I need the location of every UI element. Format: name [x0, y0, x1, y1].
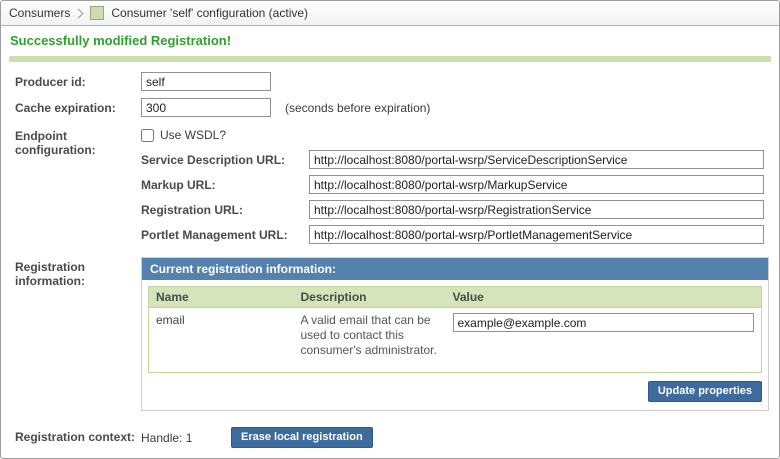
- cache-expiration-label: Cache expiration:: [15, 98, 141, 119]
- registration-context-label: Registration context:: [15, 427, 141, 448]
- use-wsdl-label: Use WSDL?: [160, 128, 226, 142]
- service-description-url-input[interactable]: [309, 150, 764, 169]
- cache-expiration-note: (seconds before expiration): [285, 98, 430, 119]
- column-header-description: Description: [294, 287, 446, 308]
- portlet-management-url-row: Portlet Management URL:: [141, 225, 766, 244]
- table-row: email A valid email that can be used to …: [149, 308, 762, 373]
- column-header-value: Value: [446, 287, 762, 308]
- service-description-url-label: Service Description URL:: [141, 150, 309, 169]
- markup-url-label: Markup URL:: [141, 175, 309, 194]
- consumer-configuration-page: Consumers Consumer 'self' configuration …: [0, 0, 780, 459]
- registration-url-row: Registration URL:: [141, 200, 766, 219]
- update-properties-button[interactable]: Update properties: [648, 381, 762, 402]
- registration-properties-table: Name Description Value email A valid ema…: [148, 286, 762, 373]
- registration-information-label: Registration information:: [15, 257, 141, 411]
- producer-id-input[interactable]: [141, 72, 271, 91]
- breadcrumb-consumers-link[interactable]: Consumers: [9, 6, 70, 20]
- portlet-management-url-input[interactable]: [309, 225, 764, 244]
- portlet-management-url-label: Portlet Management URL:: [141, 225, 309, 244]
- markup-url-input[interactable]: [309, 175, 764, 194]
- consumer-status-icon: [90, 6, 104, 20]
- page-title: Consumer 'self' configuration (active): [111, 6, 308, 20]
- erase-local-registration-button[interactable]: Erase local registration: [231, 427, 373, 448]
- producer-id-row: Producer id:: [15, 72, 766, 91]
- cache-expiration-row: Cache expiration: (seconds before expira…: [15, 98, 766, 119]
- registration-info-panel-title: Current registration information:: [142, 258, 768, 280]
- property-name: email: [149, 308, 294, 373]
- registration-context-row: Registration context: Handle: 1 Erase lo…: [15, 427, 766, 448]
- property-description: A valid email that can be used to contac…: [294, 308, 446, 373]
- endpoint-configuration-label: Endpoint configuration:: [15, 126, 141, 250]
- footer-actions: Refresh & Save Cancel: [1, 448, 779, 459]
- consumer-form: Producer id: Cache expiration: (seconds …: [1, 62, 779, 448]
- use-wsdl-checkbox[interactable]: [141, 129, 154, 142]
- registration-url-label: Registration URL:: [141, 200, 309, 219]
- column-header-name: Name: [149, 287, 294, 308]
- registration-url-input[interactable]: [309, 200, 764, 219]
- chevron-right-icon: [74, 8, 84, 18]
- success-message: Successfully modified Registration!: [1, 26, 779, 51]
- markup-url-row: Markup URL:: [141, 175, 766, 194]
- registration-info-panel: Current registration information: Name D…: [141, 257, 769, 411]
- producer-id-label: Producer id:: [15, 72, 141, 91]
- cache-expiration-input[interactable]: [141, 98, 271, 117]
- endpoint-configuration-row: Endpoint configuration: Use WSDL? Servic…: [15, 126, 766, 250]
- breadcrumb: Consumers Consumer 'self' configuration …: [1, 1, 779, 26]
- service-description-url-row: Service Description URL:: [141, 150, 766, 169]
- registration-information-row: Registration information: Current regist…: [15, 257, 766, 411]
- property-value-input[interactable]: [453, 313, 755, 332]
- registration-handle: Handle: 1: [141, 427, 231, 448]
